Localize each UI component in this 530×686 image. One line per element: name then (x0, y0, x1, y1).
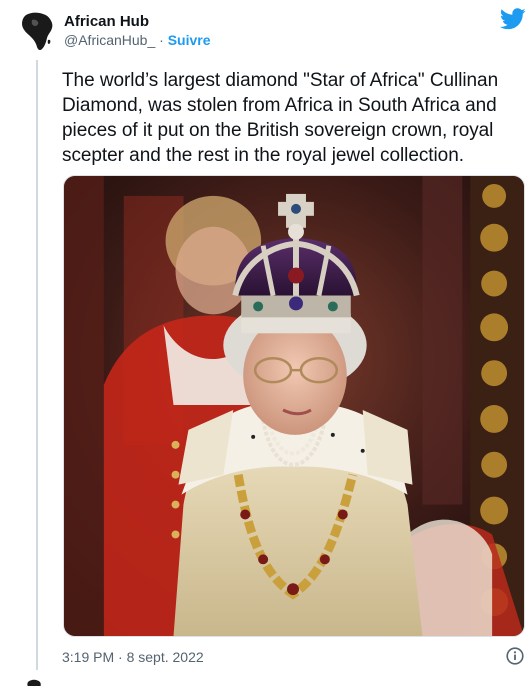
avatar[interactable] (12, 6, 60, 54)
tweet-timestamp[interactable]: 3:19 PM · 8 sept. 2022 (62, 649, 204, 665)
separator-dot: · (159, 32, 164, 48)
author-handle-row: @AfricanHub_ · Suivre (64, 31, 211, 50)
twitter-bird-icon[interactable] (499, 8, 526, 30)
info-icon[interactable] (506, 647, 524, 665)
thread-line (36, 60, 38, 670)
author-block: African Hub @AfricanHub_ · Suivre (64, 12, 211, 50)
author-handle[interactable]: @AfricanHub_ (64, 32, 155, 48)
queen-crown-photo (64, 176, 524, 636)
tweet-text: The world’s largest diamond "Star of Afr… (62, 70, 499, 166)
africa-map-avatar-icon (13, 7, 59, 53)
follow-button[interactable]: Suivre (168, 32, 211, 48)
tweet-photo[interactable] (63, 175, 525, 637)
next-tweet-avatar-icon (24, 676, 44, 686)
author-display-name[interactable]: African Hub (64, 12, 211, 31)
